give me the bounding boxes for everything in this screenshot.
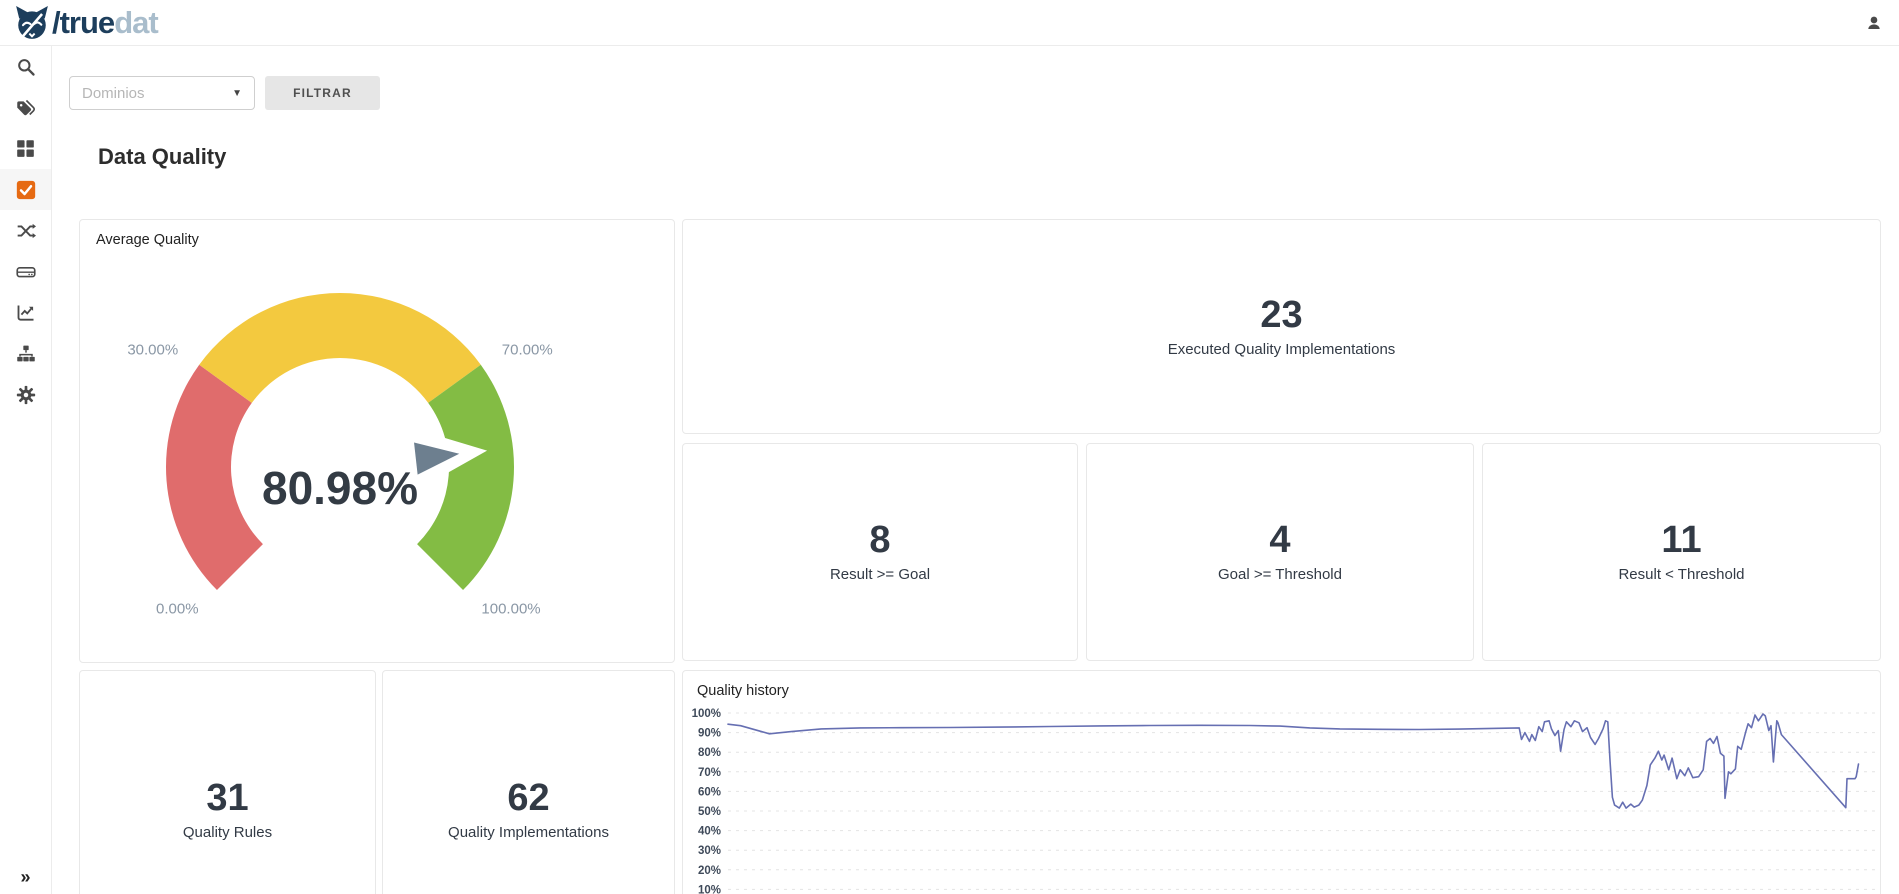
stat-label: Executed Quality Implementations [1168,341,1396,358]
stat-label: Quality Rules [183,824,272,841]
user-menu-button[interactable] [1863,12,1885,34]
sidebar-item-modules[interactable] [0,128,51,169]
sidebar-item-dashboards[interactable] [0,292,51,333]
owl-logo-icon [14,5,50,41]
domain-select-placeholder: Dominios [82,85,145,102]
average-quality-card: Average Quality 0.00%30.00%70.00%100.00%… [79,219,675,663]
hard-drive-icon [16,262,36,282]
quality-history-chart: 100% 90% 80% 70% 60% 50% 40% 30% 20% 10% [683,671,1880,894]
grid-icon [16,139,35,158]
sidebar-item-tags[interactable] [0,87,51,128]
truedat-dashboard: /truedat [0,0,1899,894]
brand-secondary: dat [114,5,158,40]
page-title: Data Quality [98,144,226,170]
quality-rules-card: 31 Quality Rules [79,670,376,894]
sidebar-item-search[interactable] [0,46,51,87]
stat-label: Result >= Goal [830,566,930,583]
sitemap-icon [16,344,36,364]
sidebar-item-lineage[interactable] [0,210,51,251]
shuffle-icon [16,221,36,241]
stat-value: 62 [507,779,549,817]
stat-value: 4 [1269,521,1290,559]
svg-text:80.98%: 80.98% [262,462,418,514]
svg-text:100.00%: 100.00% [481,600,540,617]
main-content: Dominios ▼ FILTRAR Data Quality Average … [52,46,1899,894]
sidebar-item-settings[interactable] [0,374,51,415]
sidebar-item-domains[interactable] [0,333,51,374]
executed-implementations-card: 23 Executed Quality Implementations [682,219,1881,434]
svg-text:100%: 100% [692,708,721,720]
average-quality-gauge: 0.00% 30.00% 70.00% 100.00% 80.98% [80,220,674,662]
check-square-icon [16,180,36,200]
svg-text:70.00%: 70.00% [502,341,553,358]
svg-text:10%: 10% [698,884,721,894]
user-icon [1866,15,1882,31]
svg-text:40%: 40% [698,826,721,838]
brand-primary: /true [52,5,114,40]
svg-text:60%: 60% [698,786,721,798]
stat-value: 23 [1260,296,1302,334]
filtrar-button[interactable]: FILTRAR [265,76,380,110]
sidebar: » [0,46,52,894]
gear-icon [16,385,36,405]
stat-label: Goal >= Threshold [1218,566,1342,583]
domain-select[interactable]: Dominios ▼ [69,76,255,110]
svg-text:30.00%: 30.00% [127,341,178,358]
stat-label: Result < Threshold [1618,566,1744,583]
caret-down-icon: ▼ [232,88,242,99]
double-chevron-right-icon: » [20,867,30,887]
svg-text:70%: 70% [698,767,721,779]
collapse-sidebar-button[interactable]: » [0,867,51,888]
chart-line-icon [16,303,36,323]
result-lt-threshold-card: 11 Result < Threshold [1482,443,1881,661]
brand-text: /truedat [52,7,158,38]
sidebar-item-quality[interactable] [0,169,51,210]
stat-value: 31 [206,779,248,817]
app-header: /truedat [0,0,1899,46]
svg-text:0.00%: 0.00% [156,600,199,617]
quality-history-card: Quality history 100%90%80%70%60%50%40%30… [682,670,1881,894]
stat-value: 11 [1661,521,1701,559]
svg-text:30%: 30% [698,845,721,857]
sidebar-item-systems[interactable] [0,251,51,292]
stat-label: Quality Implementations [448,824,609,841]
quality-implementations-card: 62 Quality Implementations [382,670,675,894]
svg-text:80%: 80% [698,747,721,759]
stat-value: 8 [869,521,890,559]
svg-text:90%: 90% [698,728,721,740]
search-icon [16,57,36,77]
svg-text:50%: 50% [698,806,721,818]
truedat-logo[interactable]: /truedat [14,5,158,41]
result-ge-goal-card: 8 Result >= Goal [682,443,1078,661]
goal-ge-threshold-card: 4 Goal >= Threshold [1086,443,1474,661]
tags-icon [16,98,36,118]
svg-text:20%: 20% [698,865,721,877]
